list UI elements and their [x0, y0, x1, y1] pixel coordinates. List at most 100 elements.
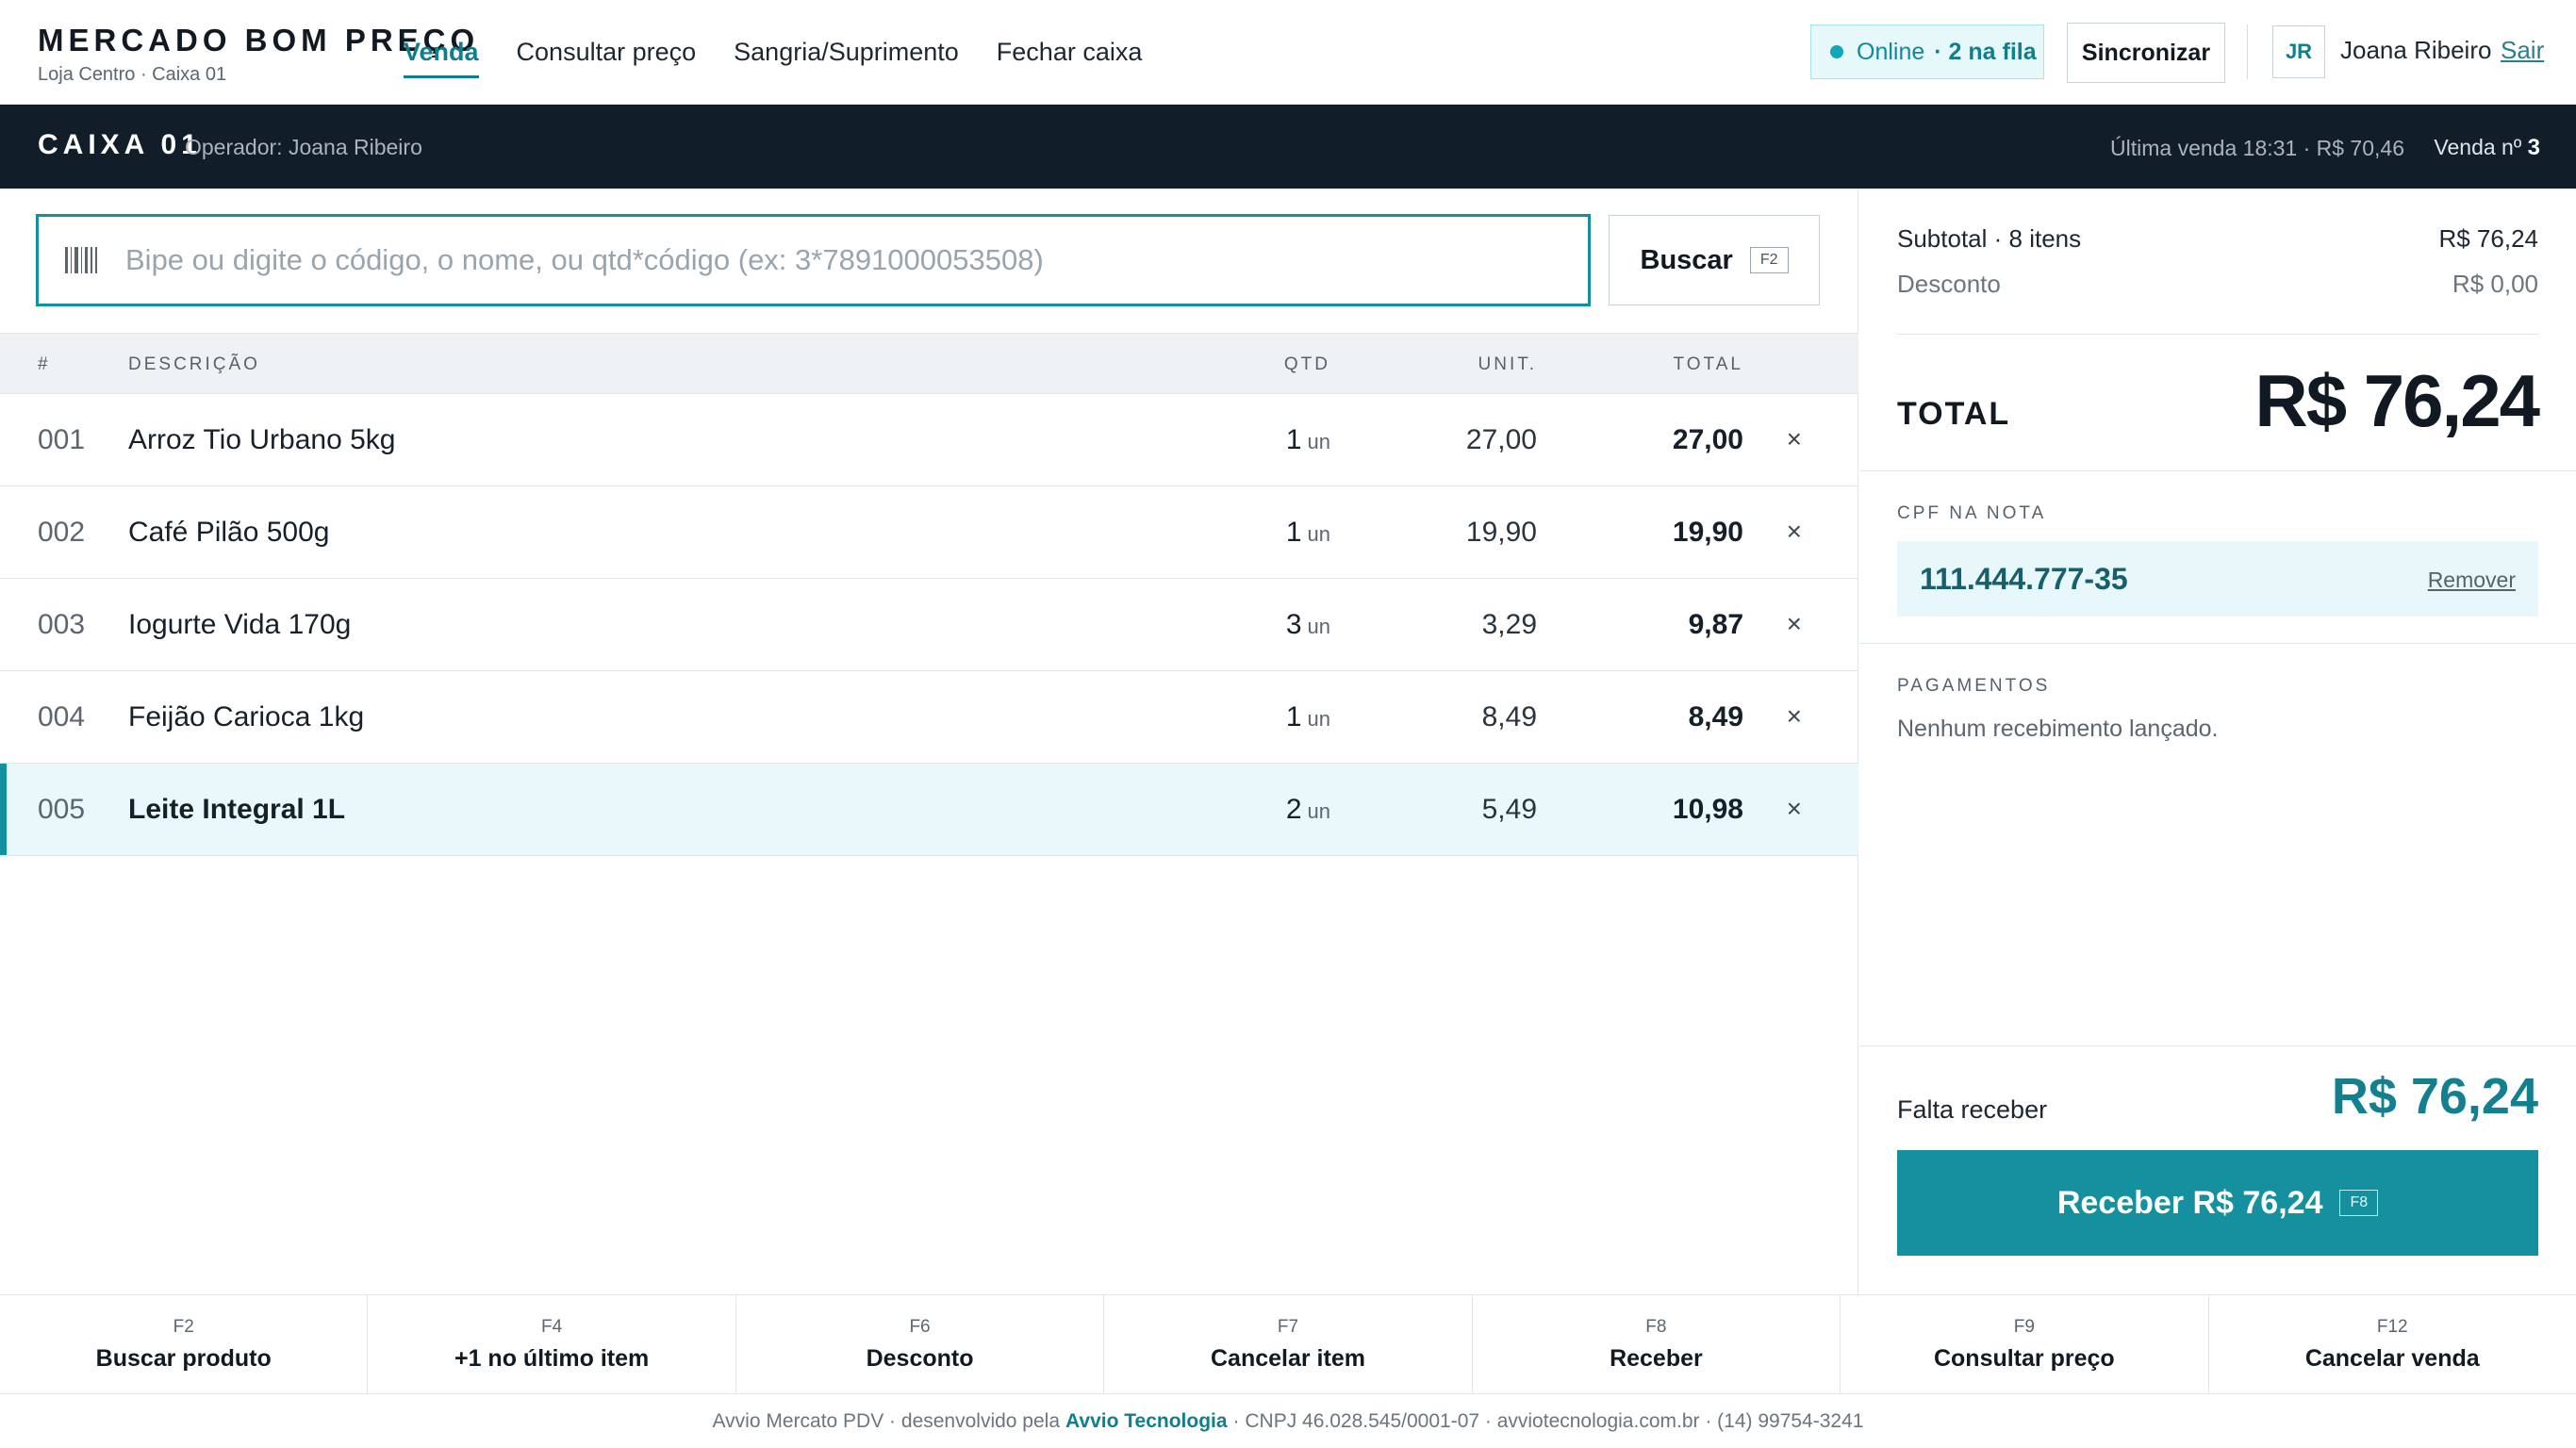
- order-summary: Subtotal · 8 itens R$ 76,24 Desconto R$ …: [1859, 189, 2576, 471]
- nav-fechar-caixa[interactable]: Fechar caixa: [997, 0, 1143, 105]
- function-key-bar: F2 Buscar produto F4 +1 no último item F…: [0, 1294, 2576, 1394]
- fkey-label: +1 no último item: [454, 1344, 650, 1372]
- register-label: CAIXA 01: [38, 129, 202, 160]
- fkey-code: F7: [1277, 1316, 1299, 1337]
- fkey-buscar-produto[interactable]: F2 Buscar produto: [0, 1295, 369, 1393]
- fkey-cancelar-item[interactable]: F7 Cancelar item: [1104, 1295, 1473, 1393]
- sale-number: Venda nº 3: [2434, 135, 2540, 161]
- row-quantity: 1 un: [1286, 517, 1330, 549]
- logout-link[interactable]: Sair: [2501, 36, 2544, 65]
- row-total: 19,90: [1672, 517, 1743, 548]
- col-num-header: #: [38, 354, 51, 374]
- top-header: MERCADO BOM PREÇO Loja Centro · Caixa 01…: [0, 0, 2576, 105]
- subtotal-line: Subtotal · 8 itens R$ 76,24: [1897, 224, 2538, 254]
- nav-venda[interactable]: Venda: [404, 0, 479, 105]
- search-button[interactable]: Buscar F2: [1609, 215, 1820, 305]
- discount-label: Desconto: [1897, 270, 2001, 298]
- row-unit-price: 5,49: [1481, 794, 1537, 825]
- cpf-remove-link[interactable]: Remover: [2428, 568, 2516, 593]
- remove-item-icon[interactable]: ×: [1787, 517, 1802, 547]
- fkey-mais-um-ultimo-item[interactable]: F4 +1 no último item: [368, 1295, 736, 1393]
- row-number: 004: [38, 701, 86, 732]
- footer-suffix: · CNPJ 46.028.545/0001-07 · avviotecnolo…: [1232, 1409, 1864, 1432]
- remove-item-icon[interactable]: ×: [1787, 794, 1802, 824]
- barcode-icon: [65, 247, 98, 273]
- receive-button[interactable]: Receber R$ 76,24 F8: [1897, 1150, 2538, 1256]
- row-description: Arroz Tio Urbano 5kg: [128, 424, 396, 455]
- row-quantity: 2 un: [1286, 794, 1330, 826]
- avatar: JR: [2272, 25, 2325, 78]
- cpf-section: CPF NA NOTA 111.444.777-35 Remover: [1859, 471, 2576, 644]
- subtotal-label: Subtotal · 8 itens: [1897, 224, 2082, 253]
- row-unit-price: 3,29: [1481, 609, 1537, 640]
- last-sale-info: Última venda 18:31 · R$ 70,46: [2110, 136, 2404, 160]
- table-row[interactable]: 002 Café Pilão 500g 1 un 19,90 19,90 ×: [0, 486, 1858, 579]
- footer-company-link[interactable]: Avvio Tecnologia: [1065, 1410, 1228, 1433]
- total-value: R$ 76,24: [2254, 359, 2540, 442]
- row-total: 8,49: [1688, 701, 1743, 732]
- search-button-label: Buscar: [1640, 244, 1733, 275]
- cpf-value: 111.444.777-35: [1920, 562, 2128, 596]
- sync-button[interactable]: Sincronizar: [2067, 23, 2225, 83]
- row-quantity: 3 un: [1286, 609, 1330, 641]
- row-quantity: 1 un: [1286, 701, 1330, 733]
- row-number: 002: [38, 517, 86, 548]
- col-desc-header: DESCRIÇÃO: [128, 354, 260, 374]
- cpf-box: 111.444.777-35 Remover: [1897, 541, 2538, 617]
- col-unit-header: UNIT.: [1478, 354, 1537, 374]
- fkey-code: F2: [173, 1316, 194, 1337]
- payments-label: PAGAMENTOS: [1897, 676, 2051, 696]
- row-number: 003: [38, 609, 86, 640]
- qty-value: 1: [1285, 701, 1302, 732]
- row-total: 10,98: [1672, 794, 1743, 825]
- payments-section: PAGAMENTOS Nenhum recebimento lançado.: [1859, 644, 2576, 1046]
- row-description: Feijão Carioca 1kg: [128, 701, 365, 732]
- nav-sangria-suprimento[interactable]: Sangria/Suprimento: [734, 0, 959, 105]
- fkey-cancelar-venda[interactable]: F12 Cancelar venda: [2209, 1295, 2576, 1393]
- fkey-desconto[interactable]: F6 Desconto: [736, 1295, 1105, 1393]
- row-unit-price: 8,49: [1481, 701, 1537, 732]
- fkey-code: F9: [2013, 1316, 2035, 1337]
- fkey-code: F4: [541, 1316, 563, 1337]
- header-divider: [2247, 25, 2248, 79]
- remove-item-icon[interactable]: ×: [1787, 424, 1802, 454]
- qty-value: 2: [1285, 794, 1302, 825]
- table-row[interactable]: 001 Arroz Tio Urbano 5kg 1 un 27,00 27,00…: [0, 394, 1858, 486]
- receive-shortcut-key: F8: [2339, 1190, 2379, 1216]
- qty-unit: un: [1307, 522, 1330, 546]
- main-nav: Venda Consultar preço Sangria/Suprimento…: [404, 0, 1142, 105]
- fkey-label: Desconto: [866, 1344, 974, 1372]
- discount-line: Desconto R$ 0,00: [1897, 270, 2538, 299]
- fkey-consultar-preco[interactable]: F9 Consultar preço: [1841, 1295, 2209, 1393]
- table-row-selected[interactable]: 005 Leite Integral 1L 2 un 5,49 10,98 ×: [0, 764, 1858, 856]
- qty-unit: un: [1307, 615, 1330, 638]
- footer-prefix: Avvio Mercato PDV · desenvolvido pela: [712, 1409, 1061, 1432]
- qty-value: 1: [1285, 517, 1302, 548]
- remove-item-icon[interactable]: ×: [1787, 609, 1802, 639]
- payments-empty-text: Nenhum recebimento lançado.: [1897, 716, 2219, 742]
- items-table-header: # DESCRIÇÃO QTD UNIT. TOTAL: [0, 333, 1858, 394]
- sale-number-value: 3: [2527, 135, 2540, 160]
- items-table-body: 001 Arroz Tio Urbano 5kg 1 un 27,00 27,00…: [0, 394, 1858, 856]
- table-row[interactable]: 004 Feijão Carioca 1kg 1 un 8,49 8,49 ×: [0, 671, 1858, 764]
- summary-divider: [1897, 334, 2538, 335]
- row-unit-price: 27,00: [1465, 424, 1537, 455]
- nav-consultar-preco[interactable]: Consultar preço: [517, 0, 697, 105]
- amount-due-label: Falta receber: [1897, 1095, 2048, 1124]
- search-input[interactable]: [125, 243, 1540, 277]
- table-row[interactable]: 003 Iogurte Vida 170g 3 un 3,29 9,87 ×: [0, 579, 1858, 671]
- search-box[interactable]: [36, 214, 1591, 306]
- fkey-receber[interactable]: F8 Receber: [1473, 1295, 1841, 1393]
- remove-item-icon[interactable]: ×: [1787, 701, 1802, 732]
- amount-due-section: Falta receber R$ 76,24 Receber R$ 76,24 …: [1859, 1046, 2576, 1294]
- row-number: 001: [38, 424, 86, 455]
- fkey-label: Cancelar item: [1210, 1344, 1365, 1372]
- user-name: Joana Ribeiro: [2340, 36, 2492, 64]
- footer: Avvio Mercato PDV · desenvolvido pela Av…: [0, 1394, 2576, 1448]
- total-label: TOTAL: [1897, 396, 2011, 432]
- qty-unit: un: [1307, 707, 1330, 731]
- qty-value: 1: [1285, 424, 1302, 455]
- row-quantity: 1 un: [1286, 424, 1330, 456]
- search-shortcut-key: F2: [1749, 247, 1789, 273]
- col-qty-header: QTD: [1283, 354, 1330, 374]
